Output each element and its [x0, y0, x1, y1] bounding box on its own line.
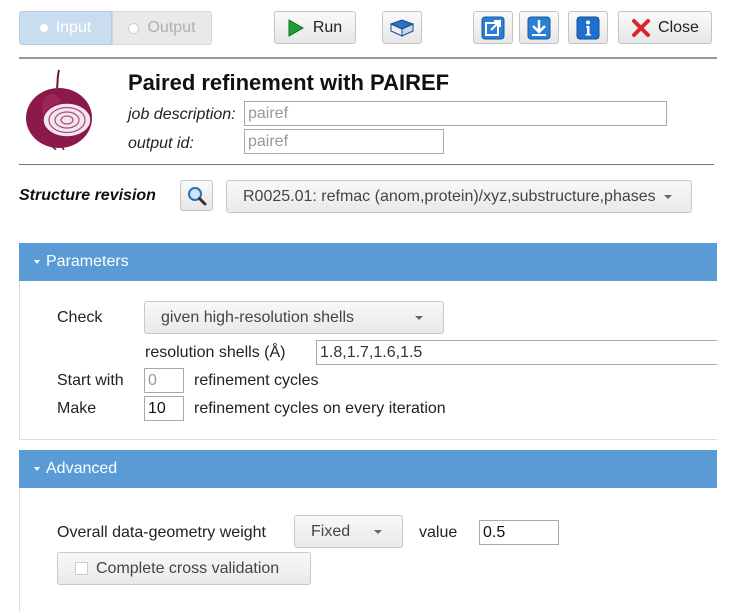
parameters-section-title: Parameters [46, 253, 129, 270]
magnifier-icon [187, 186, 206, 205]
toolbar-divider [19, 57, 717, 59]
value-label: value [419, 524, 458, 541]
parameters-collapse-icon [34, 260, 40, 264]
run-button-label: Run [312, 18, 343, 36]
chevron-down-icon [664, 195, 672, 199]
start-cycles-suffix: refinement cycles [194, 372, 319, 389]
make-cycles-suffix: refinement cycles on every iteration [194, 400, 446, 417]
info-button[interactable] [568, 11, 608, 44]
structure-revision-value: R0025.01: refmac (anom,protein)/xyz,subs… [243, 187, 656, 205]
output-id-input[interactable]: pairef [244, 129, 444, 154]
make-label: Make [57, 400, 97, 417]
export-icon [481, 16, 505, 39]
structure-inspect-button[interactable] [180, 180, 213, 211]
output-tab-label: Output [147, 19, 196, 36]
resolution-shells-input[interactable]: 1.8,1.7,1.6,1.5 [316, 340, 717, 365]
book-icon [389, 18, 415, 37]
input-tab[interactable]: Input [19, 11, 112, 45]
documentation-button[interactable] [382, 11, 422, 44]
job-description-label: job description: [128, 106, 236, 123]
input-radio-icon [39, 24, 48, 32]
structure-revision-label: Structure revision [19, 187, 156, 204]
cross-validation-checkbox[interactable] [75, 562, 88, 575]
close-icon [632, 18, 651, 37]
play-icon [288, 18, 304, 37]
job-description-input[interactable]: pairef [244, 101, 667, 126]
check-label: Check [57, 309, 103, 326]
output-id-label: output id: [128, 135, 194, 152]
parameters-section-header[interactable]: Parameters [19, 243, 717, 281]
advanced-section-header[interactable]: Advanced [19, 450, 717, 488]
advanced-section-body [19, 488, 717, 612]
info-icon [576, 16, 600, 39]
check-mode-select[interactable]: given high-resolution shells [144, 301, 444, 334]
structure-revision-select[interactable]: R0025.01: refmac (anom,protein)/xyz,subs… [226, 180, 692, 213]
page-title: Paired refinement with PAIREF [128, 70, 450, 95]
chevron-down-icon [415, 316, 423, 320]
weight-mode-select[interactable]: Fixed [294, 515, 403, 548]
resolution-shells-label: resolution shells (Å) [145, 344, 286, 361]
chevron-down-icon [374, 530, 382, 534]
weight-mode-value: Fixed [311, 522, 351, 540]
check-mode-value: given high-resolution shells [161, 308, 354, 326]
weight-value-input[interactable]: 0.5 [479, 520, 559, 545]
download-button[interactable] [519, 11, 559, 44]
output-radio-icon [128, 22, 140, 34]
start-cycles-input[interactable]: 0 [144, 368, 184, 393]
advanced-section-title: Advanced [46, 460, 118, 477]
run-button[interactable]: Run [274, 11, 356, 44]
output-tab[interactable]: Output [112, 11, 212, 45]
make-cycles-input[interactable]: 10 [144, 396, 184, 421]
start-with-label: Start with [57, 372, 124, 389]
input-tab-label: Input [55, 19, 92, 36]
close-button-label: Close [658, 18, 699, 36]
advanced-collapse-icon [34, 467, 40, 471]
weight-label: Overall data-geometry weight [57, 524, 266, 541]
export-button[interactable] [473, 11, 513, 44]
close-button[interactable]: Close [618, 11, 712, 44]
cross-validation-toggle[interactable]: Complete cross validation [57, 552, 311, 585]
header-divider [19, 164, 714, 165]
download-icon [527, 16, 551, 39]
cross-validation-label: Complete cross validation [96, 559, 280, 577]
pairef-onion-logo [22, 68, 96, 151]
